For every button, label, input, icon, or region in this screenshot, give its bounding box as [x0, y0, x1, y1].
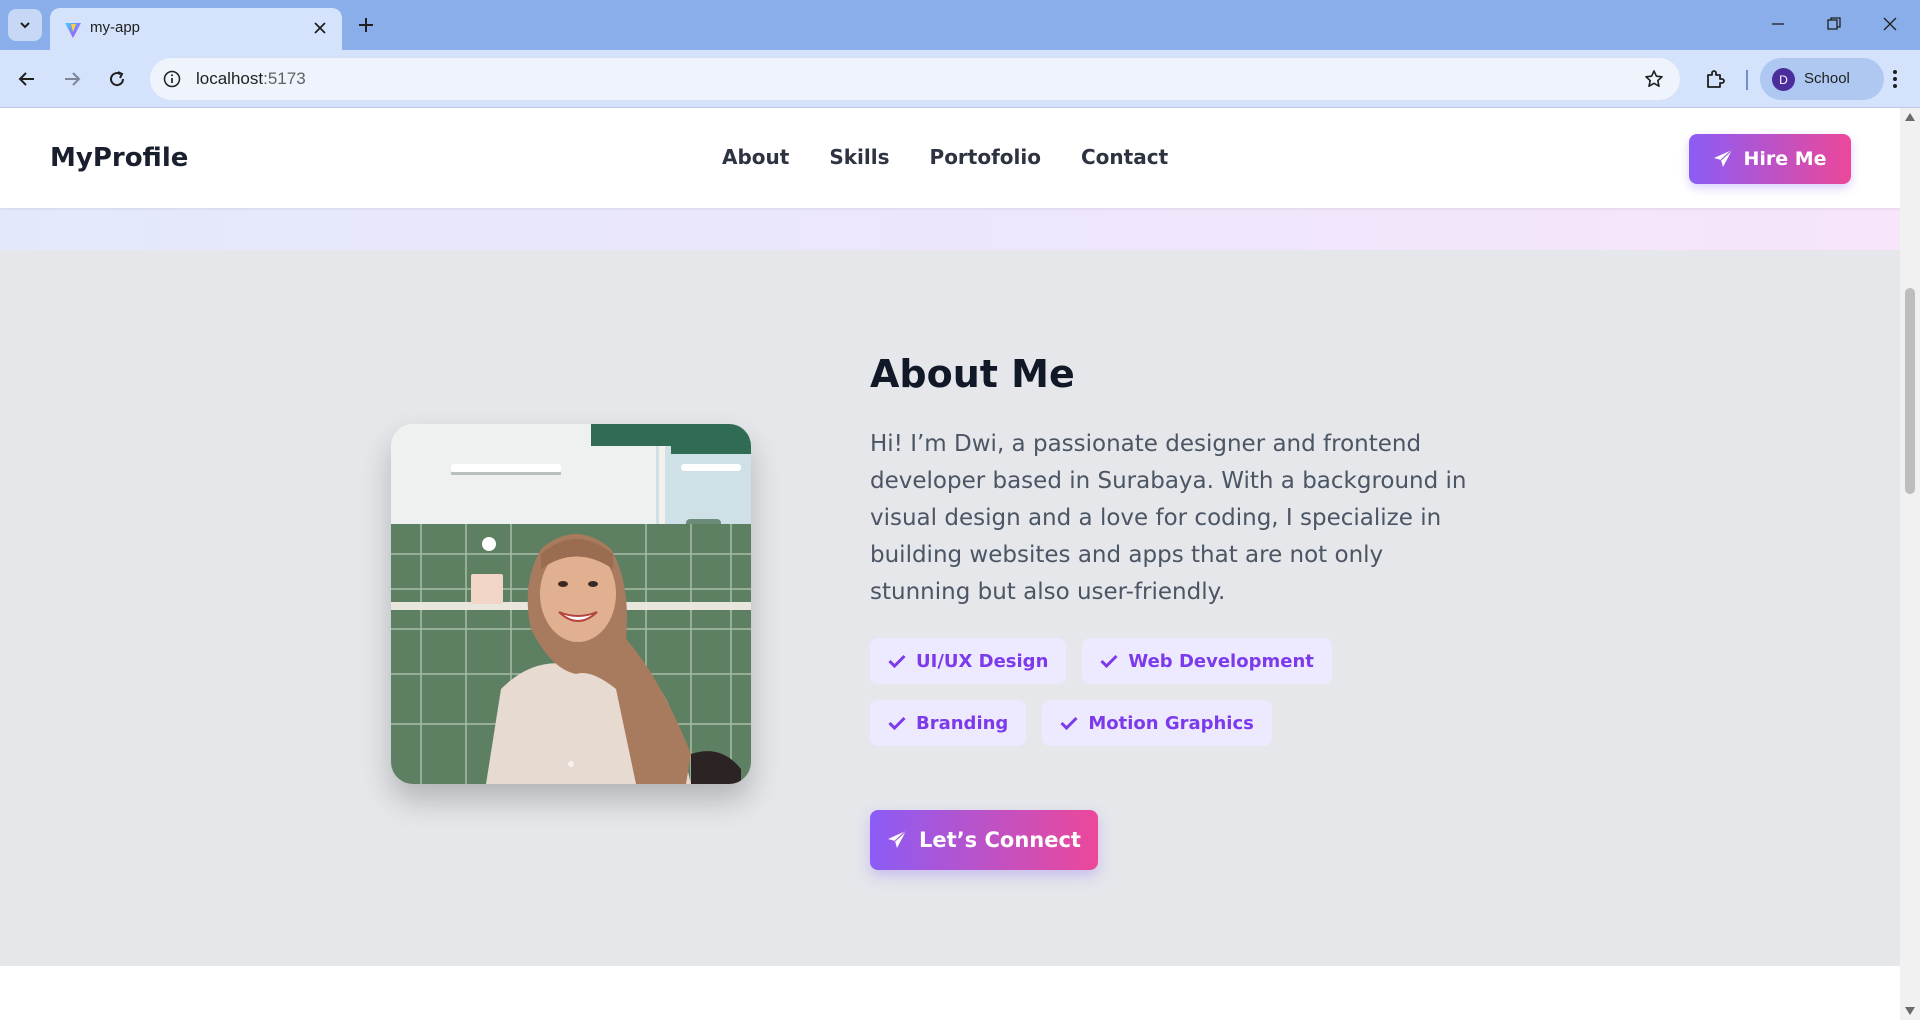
paper-plane-icon: [888, 830, 907, 848]
url-host: localhost: [196, 69, 264, 88]
scroll-up-button[interactable]: [1905, 112, 1915, 122]
browser-tab[interactable]: my-app: [50, 8, 342, 50]
vite-favicon-icon: [65, 23, 81, 38]
tab-close-button[interactable]: [310, 18, 330, 38]
plus-icon: [359, 18, 373, 32]
avatar: D: [1772, 68, 1795, 91]
extensions-button[interactable]: [1700, 64, 1730, 94]
hire-me-button[interactable]: Hire Me: [1689, 134, 1851, 184]
triangle-up-icon: [1905, 113, 1915, 121]
forward-button[interactable]: [57, 64, 87, 94]
tab-title: my-app: [90, 19, 141, 36]
page-scrollbar[interactable]: [1900, 108, 1920, 1020]
browser-menu-button[interactable]: [1880, 64, 1910, 94]
triangle-down-icon: [1905, 1007, 1915, 1015]
info-icon: [163, 70, 181, 88]
about-description: Hi! I’m Dwi, a passionate designer and f…: [870, 431, 1467, 605]
check-icon: [1100, 654, 1118, 668]
about-section: About Me Hi! I’m Dwi, a passionate desig…: [0, 250, 1900, 966]
close-window-button[interactable]: [1870, 8, 1910, 40]
profile-button[interactable]: D School: [1760, 58, 1884, 100]
toolbar-divider: [1746, 70, 1748, 90]
bookmark-button[interactable]: [1642, 67, 1666, 91]
next-section: [0, 966, 1900, 1020]
address-bar[interactable]: localhost:5173: [150, 58, 1680, 100]
skill-tag: Web Development: [1082, 638, 1332, 684]
scroll-down-button[interactable]: [1905, 1006, 1915, 1016]
minimize-icon: [1772, 23, 1784, 25]
nav-link-contact[interactable]: Contact: [1081, 145, 1168, 169]
check-icon: [888, 654, 906, 668]
new-tab-button[interactable]: [352, 11, 380, 39]
nav-link-portofolio[interactable]: Portofolio: [930, 145, 1041, 169]
browser-toolbar: localhost:5173 D School: [0, 50, 1920, 108]
about-title: About Me: [870, 352, 1075, 396]
site-logo[interactable]: MyProfile: [50, 143, 188, 173]
url-port: :5173: [263, 69, 306, 88]
skill-tags: UI/UX Design Web Development Branding Mo…: [870, 638, 1490, 746]
arrow-right-icon: [65, 72, 81, 86]
url-text: localhost:5173: [196, 69, 306, 89]
arrow-left-icon: [18, 72, 34, 86]
more-vertical-icon: [1893, 70, 1897, 88]
chevron-down-icon: [20, 22, 30, 29]
site-info-button[interactable]: [160, 67, 184, 91]
minimize-button[interactable]: [1758, 8, 1798, 40]
paper-plane-icon: [1714, 149, 1733, 167]
close-icon: [314, 22, 326, 34]
skill-tag-label: UI/UX Design: [916, 650, 1049, 672]
site-header: MyProfile About Skills Portofolio Contac…: [0, 108, 1900, 208]
profile-name: School: [1804, 70, 1850, 87]
skill-tag-label: Motion Graphics: [1088, 712, 1254, 734]
skill-tag: Motion Graphics: [1042, 700, 1272, 746]
lets-connect-label: Let’s Connect: [919, 828, 1081, 852]
star-icon: [1645, 70, 1663, 87]
nav-link-about[interactable]: About: [722, 145, 789, 169]
profile-photo: [391, 424, 751, 784]
skill-tag: Branding: [870, 700, 1027, 746]
browser-titlebar: my-app: [0, 0, 1920, 50]
check-icon: [1060, 716, 1078, 730]
puzzle-icon: [1707, 70, 1725, 88]
reload-button[interactable]: [102, 64, 132, 94]
lets-connect-button[interactable]: Let’s Connect: [870, 810, 1098, 870]
page-viewport: MyProfile About Skills Portofolio Contac…: [0, 108, 1900, 1020]
skill-tag-label: Web Development: [1128, 650, 1314, 672]
check-icon: [888, 716, 906, 730]
scrollbar-thumb[interactable]: [1905, 288, 1915, 494]
main-nav: About Skills Portofolio Contact: [722, 145, 1168, 169]
skill-tag-label: Branding: [916, 712, 1009, 734]
restore-icon: [1827, 17, 1841, 30]
nav-link-skills[interactable]: Skills: [829, 145, 889, 169]
restore-button[interactable]: [1814, 8, 1854, 40]
hero-section-bottom: [0, 208, 1900, 250]
skill-tag: UI/UX Design: [870, 638, 1067, 684]
profile-photo-illustration: [391, 424, 751, 784]
tab-search-button[interactable]: [8, 9, 42, 41]
close-icon: [1883, 17, 1897, 31]
reload-icon: [110, 71, 125, 87]
hire-me-label: Hire Me: [1743, 148, 1827, 170]
back-button[interactable]: [12, 64, 42, 94]
